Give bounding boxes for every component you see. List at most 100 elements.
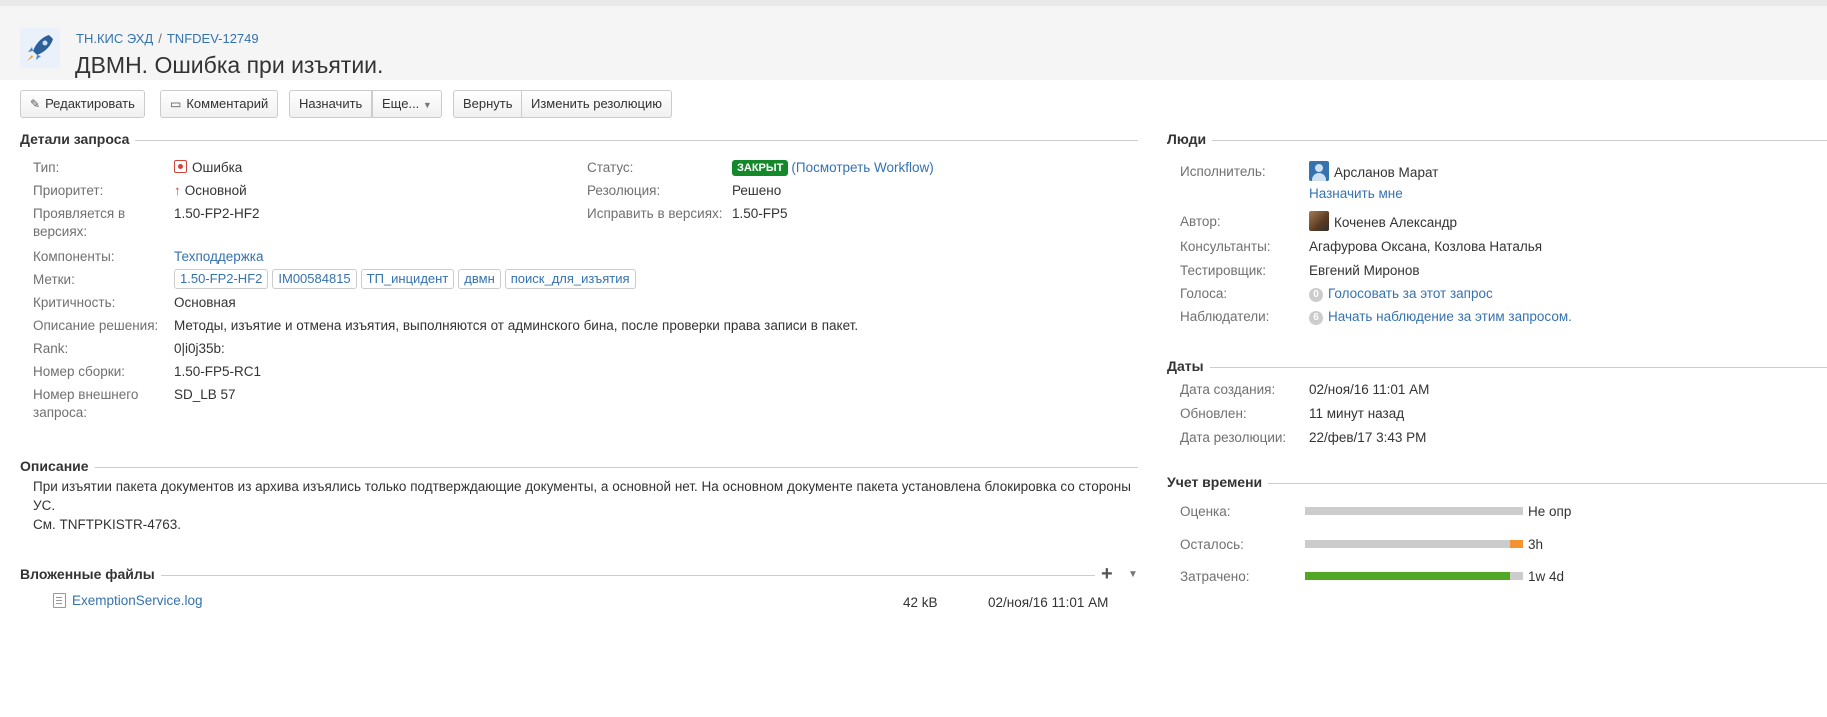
assignee-value[interactable]: Арсланов Марат xyxy=(1309,161,1438,182)
resolution-label: Резолюция: xyxy=(587,183,661,198)
dates-rule xyxy=(1167,367,1827,368)
solution-label: Описание решения: xyxy=(33,318,159,333)
severity-label: Критичность: xyxy=(33,295,116,310)
chevron-down-icon[interactable]: ▼ xyxy=(1128,569,1138,580)
reopen-button-label: Вернуть xyxy=(463,96,513,111)
fix-versions-value[interactable]: 1.50-FP5 xyxy=(732,205,788,223)
rank-value: 0|i0j35b: xyxy=(174,341,225,356)
remaining-label: Осталось: xyxy=(1180,537,1244,552)
affects-versions-label: Проявляется в версиях: xyxy=(33,205,125,241)
watchers-count-badge: 6 xyxy=(1309,311,1323,325)
comment-button[interactable]: ▭ Комментарий xyxy=(160,90,279,118)
attachment-file-size: 42 kB xyxy=(903,595,938,610)
estimated-value: Не опр xyxy=(1528,504,1572,519)
breadcrumb-issue-key[interactable]: TNFDEV-12749 xyxy=(167,31,259,46)
labels-list: 1.50-FP2-HF2 IM00584815 ТП_инцидент двмн пои… xyxy=(174,269,640,289)
reporter-value[interactable]: Коченев Александр xyxy=(1309,211,1457,232)
breadcrumb-separator: / xyxy=(158,31,162,46)
assign-to-me-link[interactable]: Назначить мне xyxy=(1309,185,1403,203)
remaining-value: 3h xyxy=(1528,537,1544,552)
components-value[interactable]: Техподдержка xyxy=(174,248,263,266)
assignee-label: Исполнитель: xyxy=(1180,164,1266,179)
watchers-value: 6 Начать наблюдение за этим запросом. xyxy=(1309,308,1572,326)
label-tag[interactable]: IM00584815 xyxy=(272,269,357,289)
description-heading[interactable]: Описание xyxy=(20,458,95,474)
reporter-label: Автор: xyxy=(1180,214,1221,229)
tester-label: Тестировщик: xyxy=(1180,263,1266,278)
priority-up-arrow-icon: ↑ xyxy=(174,183,181,198)
time-tracking-heading[interactable]: Учет времени xyxy=(1167,474,1269,490)
votes-value: 0 Голосовать за этот запрос xyxy=(1309,285,1493,303)
avatar xyxy=(1309,161,1329,181)
file-icon xyxy=(53,593,66,608)
votes-label: Голоса: xyxy=(1180,286,1228,301)
affects-versions-value[interactable]: 1.50-FP2-HF2 xyxy=(174,205,260,223)
external-request-label-line2: запроса: xyxy=(33,405,88,420)
resolved-value: 22/фев/17 3:43 PM xyxy=(1309,430,1427,445)
label-tag[interactable]: двмн xyxy=(458,269,501,289)
updated-value: 11 минут назад xyxy=(1309,406,1405,421)
project-avatar[interactable] xyxy=(20,28,60,68)
breadcrumb-project[interactable]: ТН.КИС ЭХД xyxy=(76,31,153,46)
resolved-label: Дата резолюции: xyxy=(1180,430,1287,445)
external-request-value: SD_LB 57 xyxy=(174,387,236,402)
watch-link[interactable]: Начать наблюдение за этим запросом. xyxy=(1328,309,1572,324)
resolution-value: Решено xyxy=(732,183,782,198)
details-heading[interactable]: Детали запроса xyxy=(20,131,136,147)
labels-label: Метки: xyxy=(33,272,75,287)
rank-label: Rank: xyxy=(33,341,69,356)
edit-button-label: Редактировать xyxy=(45,96,135,111)
priority-label: Приоритет: xyxy=(33,183,104,198)
created-value: 02/ноя/16 11:01 AM xyxy=(1309,382,1430,397)
people-heading[interactable]: Люди xyxy=(1167,131,1213,147)
label-tag[interactable]: поиск_для_изъятия xyxy=(504,269,636,289)
assign-button-label: Назначить xyxy=(299,96,363,111)
external-request-label-line1: Номер внешнего xyxy=(33,387,139,402)
label-tag[interactable]: 1.50-FP2-HF2 xyxy=(174,269,269,289)
description-line: При изъятии пакета документов из архива … xyxy=(33,479,1131,494)
tester-value[interactable]: Евгений Миронов xyxy=(1309,262,1420,280)
priority-value: ↑ Основной xyxy=(174,182,247,200)
bug-icon xyxy=(174,160,187,173)
more-button-label: Еще... xyxy=(382,96,420,111)
view-workflow-link[interactable]: (Посмотреть Workflow) xyxy=(791,160,933,175)
avatar xyxy=(1309,211,1329,231)
external-request-label: Номер внешнего запроса: xyxy=(33,386,138,422)
assign-button[interactable]: Назначить xyxy=(289,90,373,118)
logged-label: Затрачено: xyxy=(1180,569,1250,584)
dates-heading[interactable]: Даты xyxy=(1167,358,1210,374)
build-label: Номер сборки: xyxy=(33,364,126,379)
label-tag[interactable]: ТП_инцидент xyxy=(360,269,455,289)
edit-button[interactable]: ✎ Редактировать xyxy=(20,90,145,118)
vote-link[interactable]: Голосовать за этот запрос xyxy=(1328,286,1493,301)
status-badge: ЗАКРЫТ xyxy=(732,160,789,176)
logged-bar-fill xyxy=(1305,572,1510,580)
components-label: Компоненты: xyxy=(33,249,115,264)
type-value: Ошибка xyxy=(174,159,242,177)
description-rule xyxy=(20,467,1138,468)
assignee-name: Арсланов Марат xyxy=(1334,165,1439,180)
pencil-icon: ✎ xyxy=(30,97,41,111)
consultants-value[interactable]: Агафурова Оксана, Козлова Наталья xyxy=(1309,238,1542,256)
attachments-rule xyxy=(20,575,1095,576)
reopen-button[interactable]: Вернуть xyxy=(453,90,523,118)
more-button[interactable]: Еще... ▼ xyxy=(372,90,442,118)
attachments-heading[interactable]: Вложенные файлы xyxy=(20,566,161,582)
issue-header: ТН.КИС ЭХД / TNFDEV-12749 ДВМН. Ошибка при… xyxy=(0,6,1827,80)
affects-versions-label-line1: Проявляется в xyxy=(33,206,126,221)
status-value: ЗАКРЫТ (Посмотреть Workflow) xyxy=(732,159,934,177)
type-value-text: Ошибка xyxy=(192,160,243,175)
plus-icon[interactable]: + xyxy=(1101,564,1113,584)
description-line: См. TNFTPKISTR-4763. xyxy=(33,517,182,532)
details-rule xyxy=(20,140,1138,141)
comment-icon: ▭ xyxy=(170,97,182,111)
attachment-file-date: 02/ноя/16 11:01 AM xyxy=(988,595,1109,610)
votes-count-badge: 0 xyxy=(1309,288,1323,302)
remaining-bar-fill xyxy=(1510,540,1523,548)
change-resolution-label: Изменить резолюцию xyxy=(531,96,662,111)
change-resolution-button[interactable]: Изменить резолюцию xyxy=(521,90,672,118)
estimated-label: Оценка: xyxy=(1180,504,1231,519)
chevron-down-icon: ▼ xyxy=(422,100,432,110)
updated-label: Обновлен: xyxy=(1180,406,1247,421)
attachment-file-name[interactable]: ExemptionService.log xyxy=(72,592,203,610)
